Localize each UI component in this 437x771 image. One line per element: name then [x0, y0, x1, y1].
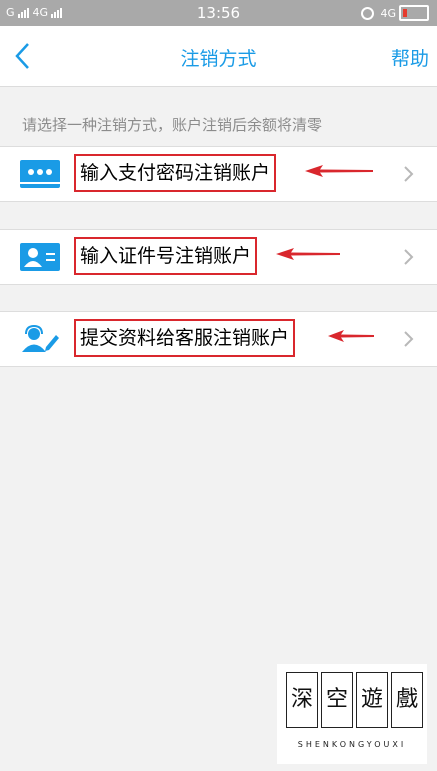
watermark-char: 深 [286, 672, 318, 728]
annotation-arrow [305, 165, 373, 177]
watermark-char: 空 [321, 672, 353, 728]
option-password[interactable]: 输入支付密码注销账户 [0, 146, 437, 202]
chevron-right-icon [404, 166, 414, 182]
battery-icon [399, 5, 429, 21]
option-label: 输入支付密码注销账户 [74, 154, 277, 192]
chevron-right-icon [404, 331, 414, 347]
alarm-icon [361, 6, 375, 20]
help-button[interactable]: 帮助 [391, 44, 429, 71]
customer-service-icon [22, 325, 59, 352]
watermark-char: 戲 [391, 672, 423, 728]
annotation-arrow [328, 330, 374, 342]
watermark-chars: 深 空 遊 戲 [286, 672, 426, 728]
option-id-number[interactable]: 输入证件号注销账户 [0, 229, 437, 285]
status-bar: G 4G 13:56 4G [0, 0, 437, 26]
annotation-arrow [276, 248, 340, 260]
hint-text: 请选择一种注销方式，账户注销后余额将清零 [22, 116, 323, 134]
password-dots-icon [20, 160, 60, 188]
page-title: 注销方式 [180, 48, 257, 70]
option-label: 输入证件号注销账户 [74, 237, 258, 275]
option-customer-service[interactable]: 提交资料给客服注销账户 [0, 311, 437, 367]
chevron-right-icon [404, 249, 414, 265]
watermark-char: 遊 [356, 672, 388, 728]
watermark-subtitle: SHENKONGYOUXI [297, 740, 407, 749]
option-label: 提交资料给客服注销账户 [74, 319, 296, 357]
nav-bar: 注销方式 帮助 [0, 26, 437, 87]
network-type: 4G [380, 6, 396, 20]
watermark-logo: 深 空 遊 戲 SHENKONGYOUXI [277, 664, 427, 764]
id-card-icon [20, 243, 60, 271]
status-right: 4G [361, 5, 429, 21]
